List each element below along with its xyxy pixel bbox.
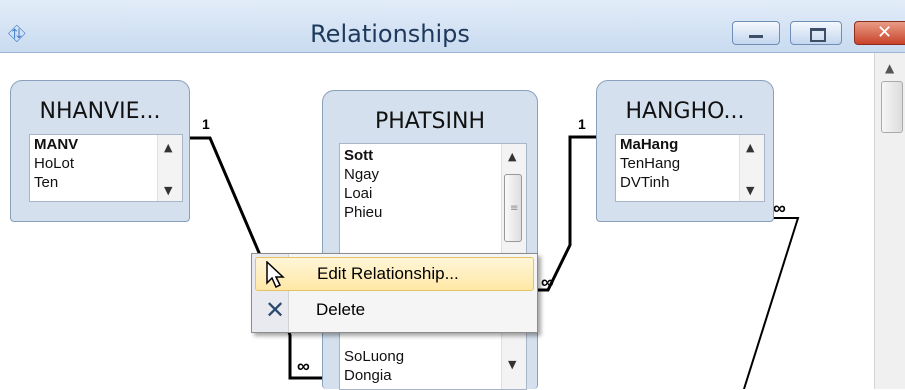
delete-icon: ✕ bbox=[265, 296, 286, 324]
menu-item-label: Delete bbox=[316, 300, 366, 319]
table-nhanvien[interactable]: NHANVIE... MANV HoLot Ten ▲ ▼ bbox=[10, 80, 190, 222]
scroll-up-icon[interactable]: ▲ bbox=[164, 141, 172, 154]
field-scrollbar[interactable]: ▲ ▼ bbox=[157, 135, 182, 201]
scrollbar-thumb[interactable]: ≡ bbox=[504, 174, 522, 242]
menu-item-edit-relationship[interactable]: Edit Relationship... bbox=[255, 257, 534, 291]
grip-icon: ≡ bbox=[510, 203, 519, 214]
table-title: HANGHO... bbox=[625, 99, 745, 124]
table-title: NHANVIE... bbox=[39, 99, 161, 124]
scroll-down-icon[interactable]: ▼ bbox=[508, 358, 516, 371]
field-item[interactable]: Ngay bbox=[340, 165, 526, 184]
table-phatsinh[interactable]: PHATSINH Sott Ngay Loai Phieu SoLuong Do… bbox=[322, 90, 538, 390]
scroll-down-icon[interactable]: ▼ bbox=[164, 184, 172, 197]
menu-item-label: Edit Relationship... bbox=[317, 264, 459, 283]
scroll-down-icon[interactable]: ▼ bbox=[746, 184, 754, 197]
field-item[interactable]: Phieu bbox=[340, 203, 526, 222]
field-list[interactable]: MANV HoLot Ten ▲ ▼ bbox=[29, 134, 183, 202]
cardinality-many-label: ∞ bbox=[297, 356, 310, 376]
relationship-line-hangho-phatsinh bbox=[538, 135, 596, 292]
table-title: PHATSINH bbox=[374, 109, 486, 134]
field-item[interactable]: Sott bbox=[340, 146, 526, 165]
cardinality-many-label: ∞ bbox=[541, 272, 554, 292]
table-hanghoa[interactable]: HANGHO... MaHang TenHang DVTinh ▲ ▼ bbox=[596, 80, 774, 222]
field-list[interactable]: MaHang TenHang DVTinh ▲ ▼ bbox=[615, 134, 765, 202]
menu-item-delete[interactable]: ✕ Delete bbox=[255, 294, 534, 328]
field-item[interactable]: SoLuong bbox=[340, 347, 404, 366]
cursor-icon bbox=[266, 261, 285, 289]
scroll-up-icon[interactable]: ▲ bbox=[508, 150, 516, 163]
field-scrollbar[interactable]: ▲ ▼ bbox=[739, 135, 764, 201]
field-item[interactable]: Loai bbox=[340, 184, 526, 203]
scroll-up-icon[interactable]: ▲ bbox=[746, 141, 754, 154]
cardinality-many-label: ∞ bbox=[773, 198, 786, 218]
cardinality-one-label: 1 bbox=[578, 116, 586, 132]
relationship-line-hangho-extra bbox=[743, 217, 800, 389]
context-menu: Edit Relationship... ✕ Delete bbox=[251, 253, 538, 333]
cardinality-one-label: 1 bbox=[202, 116, 210, 132]
field-item[interactable]: Dongia bbox=[340, 366, 392, 385]
